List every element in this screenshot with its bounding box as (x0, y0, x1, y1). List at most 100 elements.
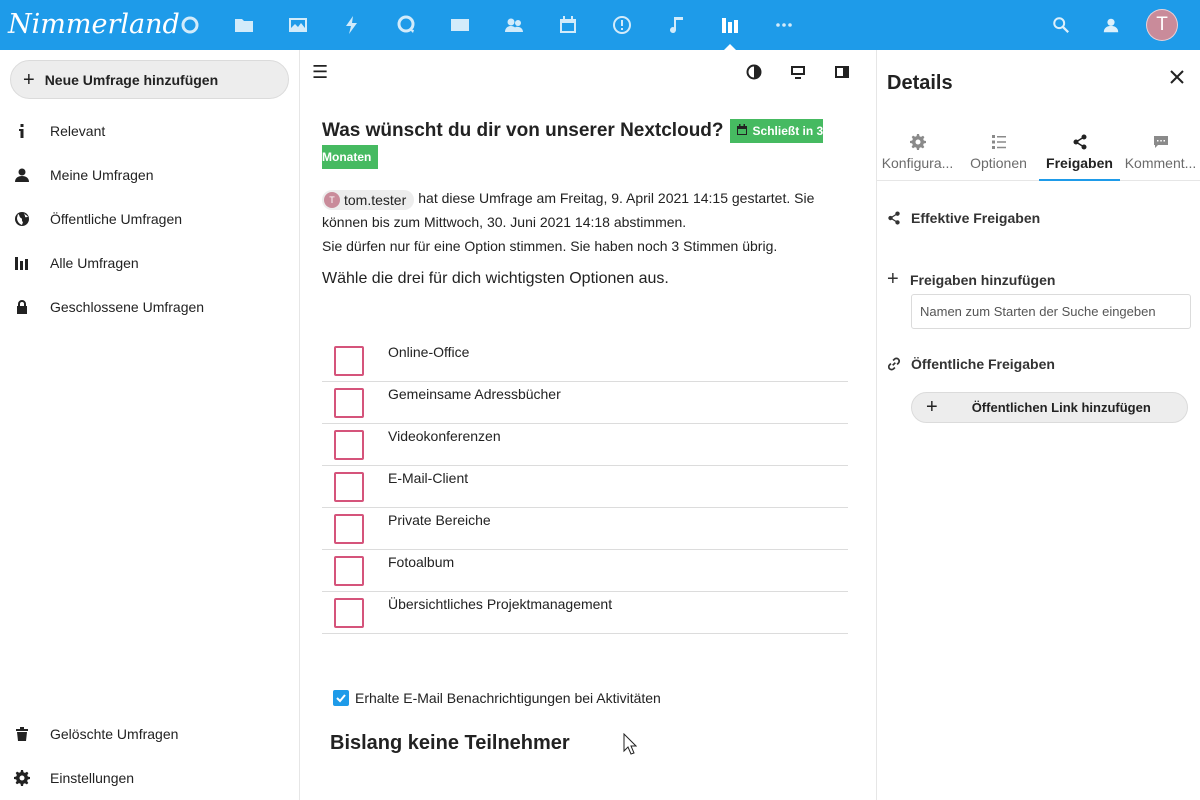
sidebar-title: Details (887, 72, 953, 94)
participants-heading: Bislang keine Teilnehmer (330, 732, 570, 754)
notify-checkbox[interactable] (333, 690, 349, 706)
expiry-badge: Schließt in 3 (729, 119, 824, 143)
contacts-menu-icon[interactable] (1086, 0, 1136, 50)
avatar[interactable]: T (1146, 9, 1178, 41)
notify-label: Erhalte E-Mail Benachrichtigungen bei Ak… (355, 690, 661, 706)
contrast-icon[interactable] (732, 58, 776, 86)
add-shares-heading: + Freigaben hinzufügen (887, 268, 1055, 291)
search-icon[interactable] (1036, 0, 1086, 50)
nav-item-all-polls[interactable]: Alle Umfragen (0, 241, 299, 285)
photos-icon[interactable] (271, 0, 325, 50)
nav-list: Relevant Meine Umfragen Öffentliche Umfr… (0, 109, 299, 329)
mouse-cursor-icon (623, 733, 637, 755)
plus-icon: + (23, 68, 35, 91)
tab-comments[interactable]: Komment... (1120, 130, 1200, 180)
new-poll-button[interactable]: + Neue Umfrage hinzufügen (10, 60, 289, 99)
vote-checkbox[interactable] (334, 472, 364, 502)
music-icon[interactable] (649, 0, 703, 50)
list-icon (991, 135, 1006, 149)
main-content: ☰ Was wünscht du dir von unserer Nextclo… (300, 50, 876, 800)
header-right: T (1036, 0, 1200, 50)
option-row: E-Mail-Client (322, 466, 848, 508)
option-row: Videokonferenzen (322, 424, 848, 466)
public-shares-heading: Öffentliche Freigaben (887, 356, 1055, 372)
more-apps-icon[interactable] (757, 0, 811, 50)
nav-item-label: Alle Umfragen (50, 255, 139, 271)
nav-item-settings[interactable]: Einstellungen (0, 756, 299, 800)
tab-label: Freigaben (1046, 155, 1113, 171)
files-icon[interactable] (217, 0, 271, 50)
option-row: Übersichtliches Projektmanagement (322, 592, 848, 634)
sidebar-toggle-icon[interactable] (820, 58, 864, 86)
poll-title-row: Was wünscht du dir von unserer Nextcloud… (322, 116, 852, 169)
option-row: Gemeinsame Adressbücher (322, 382, 848, 424)
tab-options[interactable]: Optionen (958, 130, 1039, 180)
poll-icon (0, 241, 44, 285)
nav-item-label: Gelöschte Umfragen (50, 726, 179, 742)
monitor-icon[interactable] (776, 58, 820, 86)
hamburger-icon[interactable]: ☰ (312, 62, 332, 82)
contacts-icon[interactable] (487, 0, 541, 50)
expiry-badge-text: Schließt in 3 (752, 124, 824, 138)
nav-item-label: Relevant (50, 123, 106, 139)
talk-icon[interactable] (379, 0, 433, 50)
deck-icon[interactable] (595, 0, 649, 50)
dashboard-icon[interactable] (163, 0, 217, 50)
poll-meta: Ttom.tester hat diese Umfrage am Freitag,… (322, 186, 842, 258)
plus-icon: + (887, 268, 899, 290)
vote-checkbox[interactable] (334, 598, 364, 628)
add-public-link-label: Öffentlichen Link hinzufügen (971, 400, 1151, 415)
owner-chip[interactable]: Ttom.tester (322, 190, 415, 210)
vote-checkbox[interactable] (334, 514, 364, 544)
tab-label: Komment... (1124, 155, 1197, 171)
tab-shares[interactable]: Freigaben (1039, 130, 1120, 181)
vote-checkbox[interactable] (334, 346, 364, 376)
close-icon[interactable] (1166, 66, 1188, 88)
owner-name: tom.tester (344, 192, 407, 208)
nav-item-deleted-polls[interactable]: Gelöschte Umfragen (0, 712, 299, 756)
option-label: Private Bereiche (388, 512, 491, 528)
notify-toggle[interactable]: Erhalte E-Mail Benachrichtigungen bei Ak… (333, 690, 661, 706)
share-icon (888, 211, 900, 225)
section-label: Öffentliche Freigaben (911, 356, 1055, 372)
globe-icon (0, 197, 44, 241)
vote-checkbox[interactable] (334, 430, 364, 460)
calendar-icon[interactable] (541, 0, 595, 50)
tab-configuration[interactable]: Konfigura... (877, 130, 958, 180)
nav-item-label: Einstellungen (50, 770, 135, 786)
nav-item-public-polls[interactable]: Öffentliche Umfragen (0, 197, 299, 241)
plus-icon: + (926, 396, 938, 418)
trash-icon (0, 712, 44, 756)
share-icon (1073, 134, 1086, 150)
option-label: Gemeinsame Adressbücher (388, 386, 561, 402)
vote-checkbox[interactable] (334, 388, 364, 418)
nav-item-label: Meine Umfragen (50, 167, 154, 183)
nav-item-my-polls[interactable]: Meine Umfragen (0, 153, 299, 197)
nav-item-label: Öffentliche Umfragen (50, 211, 183, 227)
nav-item-relevant[interactable]: Relevant (0, 109, 299, 153)
nav-item-closed-polls[interactable]: Geschlossene Umfragen (0, 285, 299, 329)
logo[interactable]: Nimmerland (8, 8, 180, 42)
option-row: Online-Office (322, 340, 848, 382)
app-menu (163, 0, 811, 50)
tab-label: Konfigura... (881, 155, 954, 171)
meta-line: können bis zum Mittwoch, 30. Juni 2021 1… (322, 214, 687, 230)
tab-label: Optionen (970, 155, 1027, 171)
effective-shares-heading: Effektive Freigaben (887, 210, 1040, 226)
section-label: Effektive Freigaben (911, 210, 1041, 226)
add-public-link-button[interactable]: + Öffentlichen Link hinzufügen (911, 392, 1188, 423)
option-label: Übersichtliches Projektmanagement (388, 596, 613, 612)
vote-checkbox[interactable] (334, 556, 364, 586)
activity-icon[interactable] (325, 0, 379, 50)
mail-icon[interactable] (433, 0, 487, 50)
polls-icon[interactable] (703, 0, 757, 50)
share-search-input[interactable] (911, 294, 1191, 329)
gear-icon (909, 134, 926, 150)
meta-line: hat diese Umfrage am Freitag, 9. April 2… (418, 190, 815, 206)
gear-icon (0, 756, 44, 800)
poll-toolbar (732, 58, 864, 86)
option-label: Fotoalbum (388, 554, 455, 570)
top-header: Nimmerland T (0, 0, 1200, 50)
comment-icon (1153, 136, 1168, 148)
options-list: Online-Office Gemeinsame Adressbücher Vi… (322, 340, 848, 634)
